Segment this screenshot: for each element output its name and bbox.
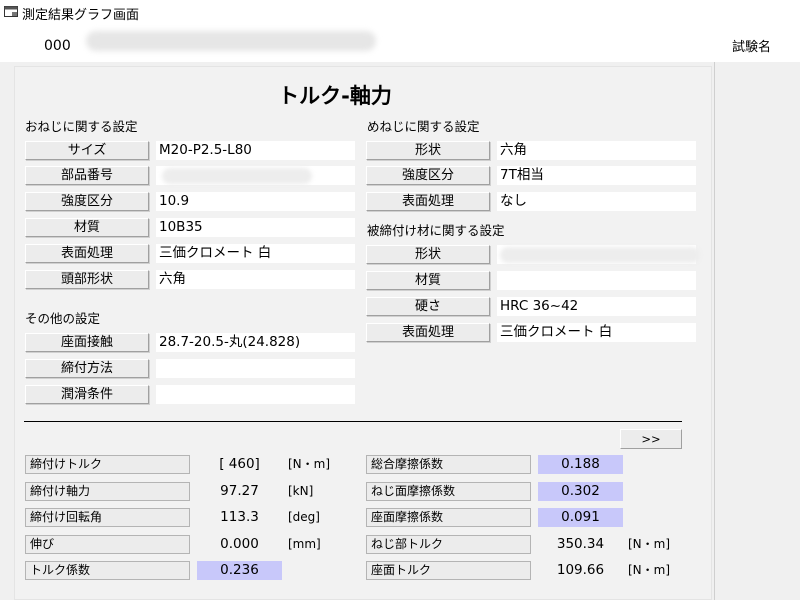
thread-friction-label: ねじ面摩擦係数	[366, 482, 531, 501]
clamped-material-value	[497, 271, 696, 290]
axial-force-unit: [kN]	[288, 484, 314, 498]
clamped-surface-value: 三価クロメート 白	[497, 323, 696, 342]
bolt-head-shape-label: 頭部形状	[25, 270, 149, 289]
redacted-part-number	[162, 168, 312, 184]
bolt-part-number-label: 部品番号	[25, 166, 149, 185]
bolt-head-shape-value: 六角	[156, 270, 355, 289]
bolt-surface-label: 表面処理	[25, 244, 149, 263]
seat-torque-label: 座面トルク	[366, 561, 531, 580]
lubrication-value	[156, 385, 355, 404]
redacted-clamped-shape	[500, 247, 700, 263]
nut-surface-value: なし	[497, 192, 696, 211]
nut-surface-label: 表面処理	[366, 192, 490, 211]
bolt-size-label: サイズ	[25, 141, 149, 160]
bolt-material-value: 10B35	[156, 218, 355, 237]
thread-friction-value: 0.302	[538, 482, 623, 501]
tightening-torque-unit: [N・m]	[288, 457, 331, 471]
elongation-label: 伸び	[25, 535, 190, 554]
redacted-name	[86, 31, 376, 51]
clamped-hardness-value: HRC 36~42	[497, 297, 696, 316]
seat-torque-value: 109.66	[556, 562, 605, 578]
tightening-method-value	[156, 359, 355, 378]
clamped-settings-heading: 被締付け材に関する設定	[367, 223, 505, 238]
bolt-surface-value: 三価クロメート 白	[156, 244, 355, 263]
torque-coefficient-value: 0.236	[197, 561, 282, 580]
clamped-surface-label: 表面処理	[366, 323, 490, 342]
other-settings-heading: その他の設定	[25, 311, 101, 326]
tightening-method-label: 締付方法	[25, 359, 149, 378]
bolt-material-label: 材質	[25, 218, 149, 237]
bolt-strength-value: 10.9	[156, 192, 355, 211]
seat-friction-value: 0.091	[538, 508, 623, 527]
thread-torque-unit: [N・m]	[628, 537, 671, 551]
record-id: 000	[44, 38, 71, 54]
nut-strength-label: 強度区分	[366, 166, 490, 185]
seat-friction-label: 座面摩擦係数	[366, 508, 531, 527]
rotation-angle-unit: [deg]	[288, 510, 320, 524]
tightening-torque-label: 締付けトルク	[25, 455, 190, 474]
clamped-shape-label: 形状	[366, 245, 490, 264]
total-friction-label: 総合摩擦係数	[366, 455, 531, 474]
clamped-hardness-label: 硬さ	[366, 297, 490, 316]
test-name-label: 試験名	[732, 40, 772, 55]
window-titlebar: 測定結果グラフ画面	[0, 0, 800, 26]
nut-strength-value: 7T相当	[497, 166, 696, 185]
page-title: トルク-軸力	[278, 84, 392, 108]
nut-shape-label: 形状	[366, 141, 490, 160]
thread-torque-value: 350.34	[556, 536, 605, 552]
app-icon	[4, 6, 18, 17]
seat-torque-unit: [N・m]	[628, 563, 671, 577]
bolt-size-value: M20-P2.5-L80	[156, 141, 355, 160]
thread-torque-label: ねじ部トルク	[366, 535, 531, 554]
tightening-torque-value: [ 460]	[219, 456, 260, 472]
elongation-value: 0.000	[220, 536, 259, 552]
next-button[interactable]: >>	[620, 429, 682, 449]
rotation-angle-value: 113.3	[220, 509, 259, 525]
axial-force-label: 締付け軸力	[25, 482, 190, 501]
clamped-material-label: 材質	[366, 271, 490, 290]
rotation-angle-label: 締付け回転角	[25, 508, 190, 527]
header-bar: 000 試験名	[0, 26, 800, 62]
seat-contact-value: 28.7-20.5-丸(24.828)	[156, 333, 355, 352]
seat-contact-label: 座面接触	[25, 333, 149, 352]
window-title: 測定結果グラフ画面	[22, 8, 140, 23]
total-friction-value: 0.188	[538, 455, 623, 474]
side-panel	[714, 62, 800, 600]
bolt-settings-heading: おねじに関する設定	[25, 119, 138, 134]
axial-force-value: 97.27	[220, 483, 259, 499]
nut-settings-heading: めねじに関する設定	[367, 119, 480, 134]
lubrication-label: 潤滑条件	[25, 385, 149, 404]
torque-coefficient-label: トルク係数	[25, 561, 190, 580]
section-divider	[24, 421, 682, 422]
bolt-strength-label: 強度区分	[25, 192, 149, 211]
elongation-unit: [mm]	[288, 537, 321, 551]
nut-shape-value: 六角	[497, 141, 696, 160]
